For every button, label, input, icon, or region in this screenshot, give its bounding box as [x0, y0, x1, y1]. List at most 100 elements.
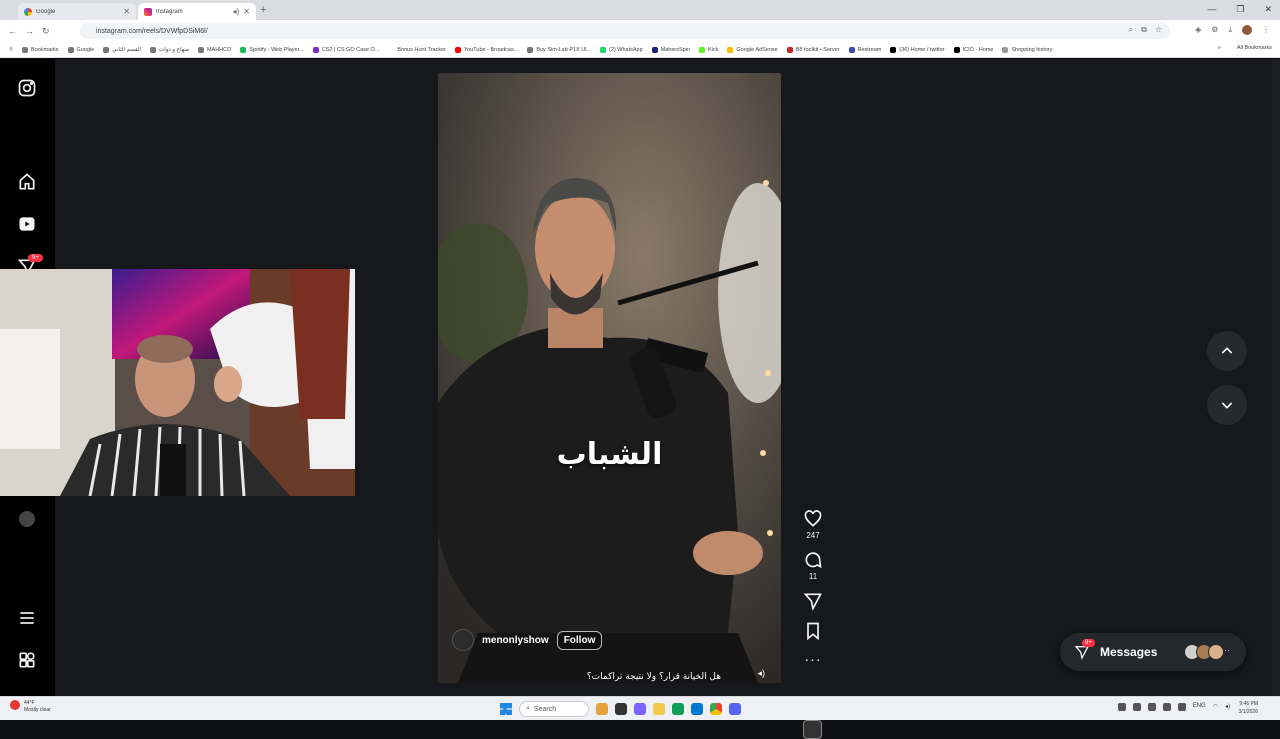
zoom-icon[interactable]: ⌕ — [1129, 25, 1133, 35]
edge-icon[interactable] — [672, 703, 684, 715]
reload-icon[interactable]: ↻ — [42, 26, 50, 37]
file-explorer-icon[interactable] — [653, 703, 665, 715]
bookmark-item[interactable]: Bookmarks — [22, 46, 59, 53]
language-indicator[interactable]: ENG — [1193, 703, 1206, 711]
more-apps-icon[interactable] — [17, 650, 37, 670]
windows-start-icon[interactable] — [500, 703, 512, 715]
forward-icon[interactable]: → — [25, 26, 34, 37]
reel-video[interactable]: الشباب menonlyshow Follow هل الخيانة قرا… — [438, 73, 781, 683]
menu-icon[interactable] — [17, 608, 37, 628]
share-icon[interactable] — [803, 591, 823, 611]
wifi-icon[interactable]: ◠ — [1213, 703, 1218, 711]
browser-tabstrip: Google ✕ Instagram ◂) ✕ + — ❐ ✕ — [0, 0, 1280, 20]
tray-icon[interactable] — [1162, 703, 1171, 711]
bookmark-item[interactable]: Restream — [848, 46, 881, 53]
task-view-icon[interactable] — [615, 703, 627, 715]
reels-icon[interactable] — [17, 214, 37, 234]
author-name[interactable]: menonlyshow — [482, 635, 549, 646]
next-reel-button[interactable] — [1207, 385, 1247, 425]
kebab-menu-icon[interactable]: ⋮ — [1262, 25, 1270, 35]
weather-desc: Mostly clear — [24, 707, 51, 713]
bookmark-item[interactable]: Google — [67, 46, 94, 53]
bookmark-item[interactable]: (36) Home / twitter — [890, 46, 945, 53]
cast-icon[interactable]: ⧉ — [1141, 25, 1147, 35]
profile-avatar[interactable] — [1242, 25, 1252, 35]
tray-icon[interactable] — [1117, 703, 1126, 711]
app-icon[interactable] — [634, 703, 646, 715]
tab-instagram[interactable]: Instagram ◂) ✕ — [138, 3, 256, 20]
bookmark-item[interactable]: (2) WhatsApp — [600, 46, 643, 53]
bookmark-item[interactable]: B8 toolkit • Server — [786, 46, 840, 53]
new-tab-icon[interactable]: + — [260, 4, 266, 16]
nav-buttons: ← → ↻ — [8, 26, 50, 37]
system-tray: ENG ◠ ◂) — [1117, 703, 1230, 711]
bookmark-item[interactable]: Buy Sim-Lab P1X Ul... — [527, 46, 591, 53]
bookmark-item[interactable]: Spotify - Web Player... — [240, 46, 304, 53]
bookmark-item[interactable]: منهاج و دوات — [150, 46, 189, 53]
bookmarks-bar: ⠿ Bookmarks Google القسم الثاني منهاج و … — [0, 42, 1280, 58]
bookmark-item[interactable]: MahersSpin — [651, 46, 690, 53]
profile-avatar[interactable] — [19, 511, 35, 527]
google-favicon-icon — [24, 7, 32, 16]
previous-reel-button[interactable] — [1207, 331, 1247, 371]
audio-thumbnail[interactable] — [803, 720, 822, 739]
reel-author: menonlyshow Follow — [452, 629, 603, 651]
extension-icon[interactable]: ◈ — [1195, 25, 1201, 35]
heart-icon[interactable] — [803, 509, 823, 529]
tray-icon[interactable] — [1132, 703, 1141, 711]
chevron-right-icon[interactable]: » — [1218, 45, 1221, 51]
volume-icon[interactable]: ◂) — [1225, 703, 1230, 711]
taskbar-apps: ⌕ Search — [500, 701, 741, 717]
omnibox-actions: ⌕ ⧉ ☆ — [1129, 25, 1162, 35]
tab-google[interactable]: Google ✕ — [18, 3, 136, 20]
bookmark-item[interactable]: القسم الثاني — [103, 46, 141, 53]
bookmark-icon[interactable] — [803, 621, 823, 641]
apps-icon[interactable]: ⠿ — [9, 47, 13, 53]
home-icon[interactable] — [17, 172, 37, 192]
clock[interactable]: 9:46 PM 3/1/2026 — [1239, 700, 1258, 716]
chrome-icon[interactable] — [710, 703, 722, 715]
download-icon[interactable]: ⤓ — [1228, 25, 1232, 35]
close-tab-icon[interactable]: ✕ — [123, 7, 130, 16]
discord-icon[interactable] — [729, 703, 741, 715]
more-icon: ··· — [1221, 645, 1230, 655]
tray-icon[interactable] — [1177, 703, 1186, 711]
webcam-overlay — [0, 269, 355, 496]
bookmark-item[interactable]: Google AdSense — [727, 46, 778, 53]
star-icon[interactable]: ☆ — [1155, 25, 1162, 35]
scrollbar[interactable] — [1272, 59, 1280, 696]
follow-button[interactable]: Follow — [556, 630, 603, 650]
back-icon[interactable]: ← — [8, 26, 17, 37]
bookmark-item[interactable]: Shopping history — [1002, 46, 1052, 53]
tray-icon[interactable] — [1147, 703, 1156, 711]
restore-icon[interactable]: ❐ — [1236, 4, 1244, 15]
author-avatar[interactable] — [452, 629, 474, 651]
more-icon[interactable]: ··· — [805, 651, 822, 667]
reel-description[interactable]: هل الخيانة قرار؟ ولا نتيجة تراكمات؟ — [587, 672, 721, 682]
store-icon[interactable] — [691, 703, 703, 715]
bookmark-item[interactable]: Bonus Hunt Tracker — [388, 46, 446, 53]
message-avatars — [1184, 644, 1224, 660]
reel-caption-overlay: الشباب — [556, 437, 663, 472]
address-bar[interactable]: instagram.com/reels/DVWfpDSiM6l/ — [80, 23, 1170, 39]
bookmark-item[interactable]: MAHHCO — [197, 46, 231, 53]
url-text[interactable]: instagram.com/reels/DVWfpDSiM6l/ — [96, 28, 208, 35]
close-window-icon[interactable]: ✕ — [1264, 4, 1272, 15]
bookmark-item[interactable]: ICIO - Home — [953, 46, 993, 53]
bookmark-item[interactable]: YouTube - Broadcas... — [454, 46, 518, 53]
widgets-icon[interactable] — [596, 703, 608, 715]
extensions-puzzle-icon[interactable]: ⚙ — [1211, 25, 1218, 35]
weather-widget[interactable]: 44°F Mostly clear — [10, 700, 51, 714]
speaker-icon[interactable]: ◂) — [233, 7, 240, 16]
bookmark-item[interactable]: Kick — [699, 46, 718, 53]
close-tab-icon[interactable]: ✕ — [243, 7, 250, 16]
messages-button[interactable]: 9+ Messages ··· — [1060, 633, 1246, 671]
bookmark-item[interactable]: CS2 | CS:GO Case O... — [312, 46, 379, 53]
volume-icon[interactable]: ◂) — [757, 668, 765, 679]
minimize-icon[interactable]: — — [1207, 4, 1216, 15]
comment-count: 11 — [808, 572, 818, 581]
all-bookmarks[interactable]: All Bookmarks — [1237, 45, 1272, 51]
taskbar-search[interactable]: ⌕ Search — [519, 701, 589, 717]
comment-icon[interactable] — [803, 550, 823, 570]
instagram-logo-icon[interactable] — [17, 78, 37, 98]
